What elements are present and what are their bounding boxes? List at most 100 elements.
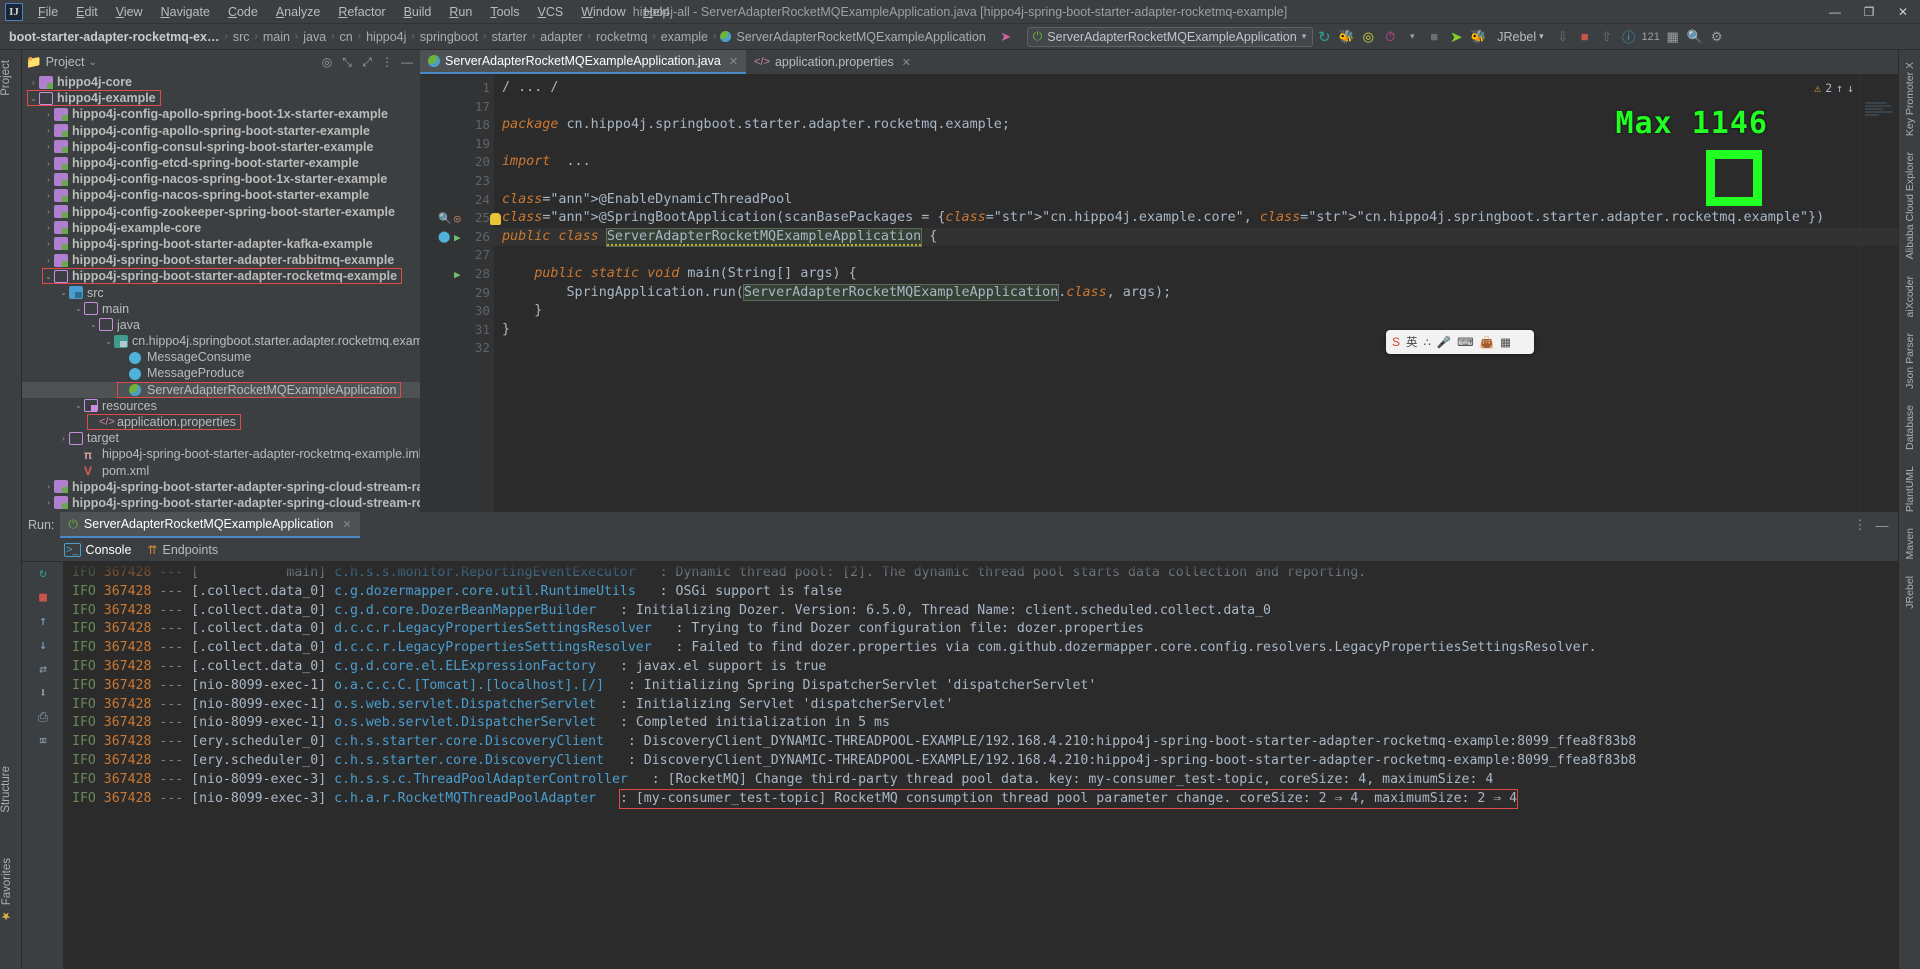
gutter-line[interactable]: 29	[420, 284, 494, 303]
updates-badge[interactable]: 121	[1640, 26, 1662, 48]
breadcrumb-item[interactable]: src	[232, 30, 251, 44]
code-line[interactable]: ⊟import ...	[494, 153, 1898, 172]
expand-all-icon[interactable]: ⤡	[338, 55, 356, 70]
chevron-right-icon[interactable]: ›	[43, 482, 54, 491]
menu-run[interactable]: Run	[440, 2, 481, 22]
tree-node[interactable]: </> application.properties	[22, 414, 420, 431]
tree-node[interactable]: ServerAdapterRocketMQExampleApplication	[22, 381, 420, 398]
tree-node[interactable]: ⌄ src	[22, 284, 420, 300]
gutter-line[interactable]: 23	[420, 172, 494, 191]
run-arrow-icon[interactable]: ➤	[995, 26, 1017, 48]
chevron-right-icon[interactable]: ›	[43, 159, 54, 168]
chevron-right-icon[interactable]: ›	[43, 126, 54, 135]
code-line[interactable]: SpringApplication.run(ServerAdapterRocke…	[502, 283, 1898, 303]
chevron-right-icon[interactable]: ›	[43, 207, 54, 216]
sub-tab-console[interactable]: >_ Console	[64, 542, 131, 557]
jrebel-debug-icon[interactable]: 🐝	[1467, 26, 1489, 48]
code-content[interactable]: ⊞/ ... / package cn.hippo4j.springboot.st…	[494, 75, 1898, 512]
layout-icon[interactable]: ▦	[1662, 26, 1684, 48]
chevron-down-icon[interactable]: ⌄	[73, 304, 84, 313]
profiler-icon[interactable]: ⏱	[1379, 26, 1401, 48]
search-icon[interactable]: 🔍	[1684, 26, 1706, 48]
chevron-down-icon[interactable]: ⌄	[88, 320, 99, 329]
gutter-line[interactable]: 24	[420, 191, 494, 210]
stop-icon[interactable]: ■	[1423, 26, 1445, 48]
breadcrumb-item[interactable]: adapter	[539, 30, 583, 44]
breadcrumb-item[interactable]: springboot	[419, 30, 479, 44]
code-line[interactable]	[502, 98, 1898, 117]
collapse-all-icon[interactable]: ⤢	[358, 55, 376, 70]
breadcrumb-item[interactable]: cn	[339, 30, 354, 44]
breadcrumb-item[interactable]: hippo4j	[365, 30, 407, 44]
tree-node[interactable]: › hippo4j-spring-boot-starter-adapter-spr…	[22, 495, 420, 511]
git-push-icon[interactable]: ⇧	[1596, 26, 1618, 48]
gutter-line[interactable]: 🔍 ◎ 25	[420, 209, 494, 228]
sidebar-item-project[interactable]: Project	[0, 54, 12, 102]
panel-hide-icon[interactable]: —	[1872, 515, 1892, 535]
panel-options-icon[interactable]: ⋮	[1850, 515, 1870, 535]
menu-analyze[interactable]: Analyze	[267, 2, 329, 22]
tree-node[interactable]: › hippo4j-core	[22, 74, 420, 90]
gutter-line[interactable]: 27	[420, 246, 494, 265]
tree-node[interactable]: ⌄ cn.hippo4j.springboot.starter.adapter.r…	[22, 333, 420, 349]
menu-help[interactable]: Help	[635, 2, 679, 22]
options-icon[interactable]: ⋮	[378, 55, 396, 70]
editor-tab-bar[interactable]: ServerAdapterRocketMQExampleApplication.…	[420, 50, 1898, 75]
tree-node[interactable]: › hippo4j-spring-boot-starter-adapter-rab…	[22, 252, 420, 268]
tree-node[interactable]: › hippo4j-config-apollo-spring-boot-start…	[22, 123, 420, 139]
editor-tab[interactable]: ServerAdapterRocketMQExampleApplication.…	[420, 50, 747, 74]
menu-tools[interactable]: Tools	[481, 2, 528, 22]
gutter-line[interactable]: 18	[420, 116, 494, 135]
menu-view[interactable]: View	[107, 2, 152, 22]
chevron-down-icon[interactable]: ⌄	[58, 288, 69, 297]
sidebar-item-favorites[interactable]: ★ Favorites	[0, 852, 14, 929]
locate-icon[interactable]: ◎	[318, 55, 336, 70]
chevron-right-icon[interactable]: ›	[28, 78, 39, 87]
tree-node[interactable]: › hippo4j-config-apollo-spring-boot-1x-st…	[22, 106, 420, 122]
code-line[interactable]: public static void main(String[] args) {	[502, 265, 1898, 284]
profiler-dropdown-icon[interactable]: ▾	[1401, 26, 1423, 48]
close-icon[interactable]: ✕	[902, 56, 911, 69]
run-with-coverage-icon[interactable]: ◎	[1357, 26, 1379, 48]
jrebel-run-icon[interactable]: ➤	[1445, 26, 1467, 48]
menu-refactor[interactable]: Refactor	[329, 2, 394, 22]
tree-node[interactable]: › hippo4j-config-etcd-spring-boot-starter…	[22, 155, 420, 171]
git-update-icon[interactable]: ⇩	[1552, 26, 1574, 48]
close-icon[interactable]: ✕	[342, 518, 351, 531]
menu-window[interactable]: Window	[572, 2, 634, 22]
run-sub-tabs[interactable]: >_ Console ⇈ Endpoints	[22, 538, 1898, 562]
code-line[interactable]: class="ann">@EnableDynamicThreadPool	[502, 191, 1898, 210]
gutter-line[interactable]: ▶ 28	[420, 265, 494, 284]
right-strip-item-alibaba-cloud-explorer[interactable]: Alibaba Cloud Explorer	[1904, 144, 1916, 267]
code-line[interactable]	[502, 135, 1898, 154]
chevron-right-icon[interactable]: ›	[43, 498, 54, 507]
chevron-down-icon[interactable]: ⌄	[73, 401, 84, 410]
help-icon[interactable]: ⓘ	[1618, 26, 1640, 48]
menu-vcs[interactable]: VCS	[529, 2, 573, 22]
right-strip-item-jrebel[interactable]: JRebel	[1904, 568, 1916, 617]
code-line[interactable]	[502, 172, 1898, 191]
debug-icon[interactable]: 🐝	[1335, 26, 1357, 48]
gutter-line[interactable]: ⬤ ▶ 26	[420, 228, 494, 247]
chevron-right-icon[interactable]: ›	[43, 142, 54, 151]
gutter-line[interactable]: 30	[420, 302, 494, 321]
menu-file[interactable]: File	[29, 2, 67, 22]
maximize-button[interactable]: ❐	[1852, 0, 1886, 24]
close-button[interactable]: ✕	[1886, 0, 1920, 24]
code-line[interactable]: ⊞/ ... /	[494, 79, 1898, 98]
breadcrumb-item[interactable]: example	[660, 30, 709, 44]
close-icon[interactable]: ✕	[729, 55, 738, 68]
right-strip-item-aixcoder[interactable]: aiXcoder	[1904, 268, 1916, 325]
chevron-down-icon[interactable]: ⌄	[88, 57, 96, 68]
tree-node[interactable]: ⌄ main	[22, 301, 420, 317]
chevron-right-icon[interactable]: ›	[43, 175, 54, 184]
gutter-line[interactable]: 1	[420, 79, 494, 98]
git-commit-icon[interactable]: ■	[1574, 26, 1596, 48]
gutter-line[interactable]: 20	[420, 153, 494, 172]
chevron-right-icon[interactable]: ›	[43, 256, 54, 265]
tree-node[interactable]: Vpom.xml	[22, 463, 420, 479]
right-strip-item-maven[interactable]: Maven	[1904, 520, 1916, 568]
code-line[interactable]	[502, 246, 1898, 265]
chevron-right-icon[interactable]: ›	[43, 239, 54, 248]
tree-node[interactable]: › hippo4j-spring-boot-starter-adapter-kaf…	[22, 236, 420, 252]
